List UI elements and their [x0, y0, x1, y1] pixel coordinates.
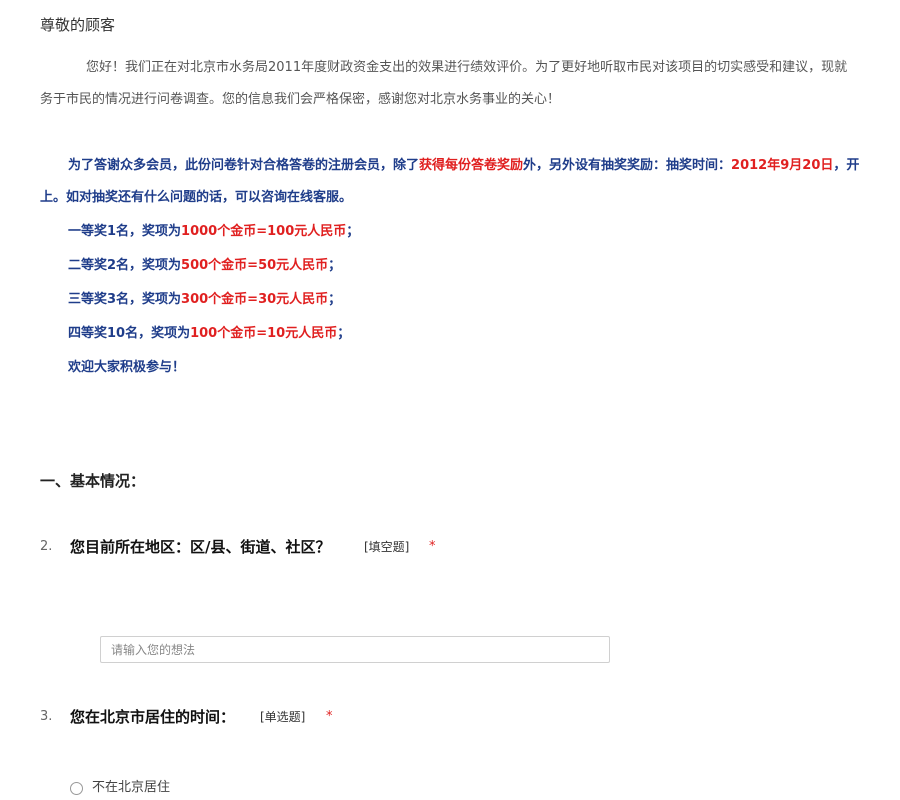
notice-text: 为了答谢众多会员，此份问卷针对合格答卷的注册会员，除了: [68, 158, 420, 173]
question-title: 您目前所在地区：区/县、街道、社区？: [70, 538, 331, 556]
prize-value: 100个金币=10元人民币: [190, 326, 338, 341]
required-mark: *: [429, 539, 436, 554]
prize-end: ；: [346, 224, 360, 239]
prize-value: 1000个金币=100元人民币: [181, 224, 347, 239]
prize-fourth: 四等奖10名，奖项为100个金币=10元人民币；: [68, 324, 350, 344]
intro-paragraph-line2: 务于市民的情况进行问卷调查。您的信息我们会严格保密，感谢您对北京水务事业的关心！: [40, 92, 561, 107]
notice-highlight-date: 2012年9月20日: [731, 158, 834, 173]
prize-label: 一等奖1名，奖项为: [68, 224, 182, 239]
survey-page: 尊敬的顾客 您好！我们正在对北京市水务局2011年度财政资金支出的效果进行绩效评…: [0, 0, 900, 800]
required-mark: *: [326, 709, 333, 724]
prize-value: 500个金币=50元人民币: [181, 258, 329, 273]
prize-second: 二等奖2名，奖项为500个金币=50元人民币；: [68, 256, 341, 276]
notice-highlight-reward: 获得每份答卷奖励: [419, 158, 524, 173]
prize-end: ；: [328, 292, 342, 307]
greeting-text: 尊敬的顾客: [40, 16, 116, 34]
radio-circle-icon[interactable]: [70, 781, 83, 795]
prize-end: ；: [337, 326, 351, 341]
notice-closing: 欢迎大家积极参与！: [68, 360, 186, 375]
prize-end: ；: [328, 258, 342, 273]
region-answer-input[interactable]: [100, 636, 610, 663]
radio-option-not-living-in-beijing[interactable]: 不在北京居住: [70, 778, 170, 798]
question-number: 2.: [40, 539, 53, 554]
question-type-tag: [填空题]: [364, 540, 410, 554]
question-number: 3.: [40, 709, 53, 724]
prize-label: 二等奖2名，奖项为: [68, 258, 182, 273]
lottery-notice-line1: 为了答谢众多会员，此份问卷针对合格答卷的注册会员，除了获得每份答卷奖励外，另外设…: [68, 156, 859, 176]
question-type-tag: [单选题]: [260, 710, 306, 724]
prize-first: 一等奖1名，奖项为1000个金币=100元人民币；: [68, 222, 359, 242]
radio-option-label: 不在北京居住: [92, 780, 171, 795]
prize-value: 300个金币=30元人民币: [181, 292, 329, 307]
intro-paragraph-line1: 您好！我们正在对北京市水务局2011年度财政资金支出的效果进行绩效评价。为了更好…: [86, 60, 848, 75]
lottery-notice-line2: 上。如对抽奖还有什么问题的话，可以咨询在线客服。: [40, 190, 353, 205]
notice-text: ，开: [833, 158, 860, 173]
prize-label: 三等奖3名，奖项为: [68, 292, 182, 307]
prize-third: 三等奖3名，奖项为300个金币=30元人民币；: [68, 290, 341, 310]
notice-text: 外，另外设有抽奖奖励：抽奖时间：: [523, 158, 732, 173]
section-title: 一、基本情况：: [40, 472, 146, 490]
prize-label: 四等奖10名，奖项为: [68, 326, 191, 341]
question-title: 您在北京市居住的时间：: [70, 708, 236, 726]
